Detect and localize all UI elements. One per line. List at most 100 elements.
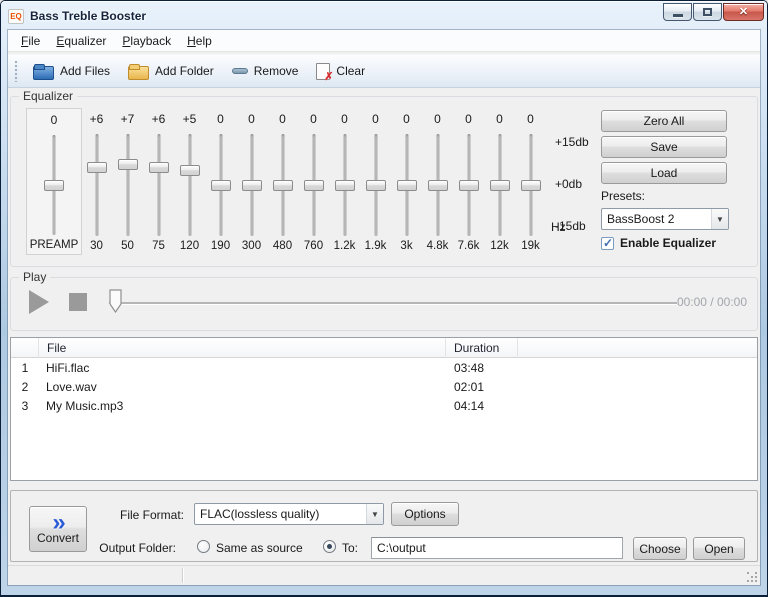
output-path-input[interactable]: C:\output <box>371 537 623 559</box>
eq-band-track[interactable] <box>95 134 98 236</box>
eq-band-slider[interactable]: +6 30 <box>81 112 112 255</box>
file-row-number: 3 <box>11 399 39 413</box>
eq-band-slider[interactable]: 0 1.2k <box>329 112 360 255</box>
titlebar[interactable]: EQ Bass Treble Booster <box>8 3 760 29</box>
eq-band-slider[interactable]: 0 760 <box>298 112 329 255</box>
add-files-folder-icon <box>33 66 54 80</box>
enable-equalizer-checkbox[interactable] <box>601 237 614 250</box>
seek-slider-thumb[interactable] <box>109 289 122 316</box>
file-list: File Duration 1 HiFi.flac 03:48 2 Love.w… <box>10 337 758 481</box>
stop-button[interactable] <box>69 293 87 311</box>
eq-band-thumb[interactable] <box>366 180 386 191</box>
remove-button[interactable]: Remove <box>223 60 308 82</box>
eq-band-slider[interactable]: 0 1.9k <box>360 112 391 255</box>
eq-band-slider[interactable]: +6 75 <box>143 112 174 255</box>
same-as-source-radio[interactable] <box>197 540 210 553</box>
eq-band-thumb[interactable] <box>180 165 200 176</box>
column-header-file[interactable]: File <box>39 338 446 358</box>
eq-band-thumb[interactable] <box>335 180 355 191</box>
add-files-button[interactable]: Add Files <box>24 59 119 84</box>
toolbar-grip[interactable] <box>14 60 19 82</box>
eq-band-value: +6 <box>90 112 104 134</box>
eq-band-thumb[interactable] <box>242 180 262 191</box>
eq-band-thumb[interactable] <box>87 162 107 173</box>
menu-playback[interactable]: Playback <box>114 31 179 51</box>
menu-bar: File Equalizer Playback Help <box>8 30 760 52</box>
preamp-slider[interactable] <box>27 135 81 236</box>
play-button[interactable] <box>29 290 49 314</box>
convert-panel: » Convert File Format: FLAC(lossless qua… <box>10 490 758 562</box>
eq-band-freq-label: 1.9k <box>365 240 387 255</box>
eq-band-value: 0 <box>248 112 255 134</box>
eq-band-thumb[interactable] <box>273 180 293 191</box>
zero-all-button[interactable]: Zero All <box>601 110 727 132</box>
maximize-button[interactable] <box>693 3 722 21</box>
load-button[interactable]: Load <box>601 162 727 184</box>
eq-band-thumb[interactable] <box>490 180 510 191</box>
eq-band-freq-label: 300 <box>242 240 261 255</box>
play-time: 00:00 / 00:00 <box>677 295 747 309</box>
eq-band-slider[interactable]: 0 4.8k <box>422 112 453 255</box>
status-bar-separator <box>182 568 183 583</box>
clear-button[interactable]: ✗ Clear <box>307 59 374 84</box>
eq-band-freq-label: 7.6k <box>458 240 480 255</box>
eq-band-thumb[interactable] <box>428 180 448 191</box>
file-list-row[interactable]: 1 HiFi.flac 03:48 <box>11 358 757 377</box>
eq-band-thumb[interactable] <box>459 180 479 191</box>
open-button[interactable]: Open <box>693 537 745 560</box>
resize-grip[interactable] <box>747 572 757 582</box>
eq-band-slider[interactable]: 0 12k <box>484 112 515 255</box>
file-row-name: HiFi.flac <box>46 361 89 375</box>
eq-band-track[interactable] <box>188 134 191 236</box>
to-radio[interactable] <box>323 540 336 553</box>
eq-band-slider[interactable]: 0 19k <box>515 112 546 255</box>
preamp-panel: 0 PREAMP <box>26 108 82 255</box>
app-icon: EQ <box>8 9 24 24</box>
toolbar: Add Files Add Folder Remove ✗ Clear <box>8 54 760 88</box>
file-format-dropdown[interactable]: FLAC(lossless quality) ▼ <box>194 503 384 525</box>
save-button[interactable]: Save <box>601 136 727 158</box>
eq-band-slider[interactable]: 0 7.6k <box>453 112 484 255</box>
eq-band-slider[interactable]: +5 120 <box>174 112 205 255</box>
eq-band-slider[interactable]: 0 3k <box>391 112 422 255</box>
preamp-value: 0 <box>51 113 58 135</box>
menu-equalizer[interactable]: Equalizer <box>48 31 114 51</box>
minimize-button[interactable] <box>663 3 692 21</box>
eq-band-slider[interactable]: 0 300 <box>236 112 267 255</box>
presets-dropdown[interactable]: BassBoost 2 ▼ <box>601 208 729 230</box>
clear-label: Clear <box>336 64 365 78</box>
eq-band-thumb[interactable] <box>521 180 541 191</box>
close-button[interactable]: ✕ <box>723 3 764 21</box>
add-folder-button[interactable]: Add Folder <box>119 59 223 84</box>
eq-band-thumb[interactable] <box>397 180 417 191</box>
eq-band-thumb[interactable] <box>304 180 324 191</box>
file-list-row[interactable]: 3 My Music.mp3 04:14 <box>11 396 757 415</box>
choose-button[interactable]: Choose <box>633 537 687 560</box>
eq-band-track[interactable] <box>126 134 129 236</box>
scale-zero-label: +0db <box>555 177 601 191</box>
eq-band-value: 0 <box>341 112 348 134</box>
eq-band-slider[interactable]: 0 480 <box>267 112 298 255</box>
menu-file[interactable]: File <box>13 31 48 51</box>
options-button[interactable]: Options <box>391 502 459 526</box>
presets-selected-value: BassBoost 2 <box>607 212 674 226</box>
eq-band-thumb[interactable] <box>211 180 231 191</box>
eq-band-freq-label: 19k <box>521 240 540 255</box>
eq-band-freq-label: 30 <box>90 240 103 255</box>
eq-band-slider[interactable]: 0 190 <box>205 112 236 255</box>
eq-band-track[interactable] <box>157 134 160 236</box>
eq-band-slider[interactable]: +7 50 <box>112 112 143 255</box>
file-list-row[interactable]: 2 Love.wav 02:01 <box>11 377 757 396</box>
maximize-icon <box>703 8 712 16</box>
preamp-thumb[interactable] <box>44 180 64 191</box>
column-header-duration[interactable]: Duration <box>446 338 518 358</box>
column-header-number[interactable] <box>11 338 39 358</box>
eq-band-value: +7 <box>121 112 135 134</box>
file-row-name: Love.wav <box>46 380 97 394</box>
eq-band-thumb[interactable] <box>118 159 138 170</box>
eq-band-thumb[interactable] <box>149 162 169 173</box>
menu-help[interactable]: Help <box>179 31 220 51</box>
eq-band-value: 0 <box>434 112 441 134</box>
seek-slider-track[interactable] <box>109 302 677 304</box>
eq-band-value: 0 <box>279 112 286 134</box>
